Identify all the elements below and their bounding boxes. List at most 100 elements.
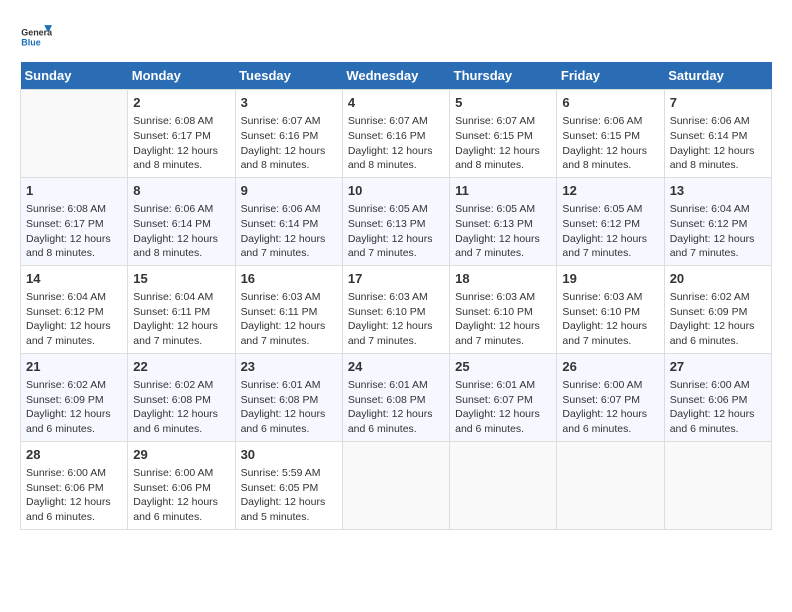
sunset-text: Sunset: 6:10 PM [455,306,533,318]
daylight-label: Daylight: 12 hours and 8 minutes. [455,145,540,172]
calendar-cell: 13 Sunrise: 6:04 AM Sunset: 6:12 PM Dayl… [664,177,771,265]
sunset-text: Sunset: 6:08 PM [133,394,211,406]
day-number: 24 [348,358,444,376]
day-number: 16 [241,270,337,288]
page-header: General Blue [20,20,772,52]
day-header-friday: Friday [557,62,664,90]
day-number: 12 [562,182,658,200]
sunset-text: Sunset: 6:17 PM [26,218,104,230]
day-header-monday: Monday [128,62,235,90]
calendar-cell [342,441,449,529]
day-header-wednesday: Wednesday [342,62,449,90]
calendar-cell: 21 Sunrise: 6:02 AM Sunset: 6:09 PM Dayl… [21,353,128,441]
sunset-text: Sunset: 6:14 PM [670,130,748,142]
daylight-label: Daylight: 12 hours and 6 minutes. [26,496,111,523]
calendar-cell: 26 Sunrise: 6:00 AM Sunset: 6:07 PM Dayl… [557,353,664,441]
calendar-cell: 4 Sunrise: 6:07 AM Sunset: 6:16 PM Dayli… [342,90,449,178]
day-number: 6 [562,94,658,112]
daylight-label: Daylight: 12 hours and 7 minutes. [348,233,433,260]
daylight-label: Daylight: 12 hours and 7 minutes. [26,320,111,347]
day-number: 20 [670,270,766,288]
sunset-text: Sunset: 6:11 PM [241,306,318,318]
daylight-label: Daylight: 12 hours and 8 minutes. [133,145,218,172]
calendar-cell: 10 Sunrise: 6:05 AM Sunset: 6:13 PM Dayl… [342,177,449,265]
sunrise-text: Sunrise: 6:01 AM [241,379,321,391]
daylight-label: Daylight: 12 hours and 6 minutes. [348,408,433,435]
day-number: 28 [26,446,122,464]
calendar-week-row: 2 Sunrise: 6:08 AM Sunset: 6:17 PM Dayli… [21,90,772,178]
day-number: 10 [348,182,444,200]
calendar-cell: 18 Sunrise: 6:03 AM Sunset: 6:10 PM Dayl… [450,265,557,353]
sunset-text: Sunset: 6:09 PM [670,306,748,318]
day-number: 27 [670,358,766,376]
sunrise-text: Sunrise: 6:08 AM [133,115,213,127]
sunrise-text: Sunrise: 6:03 AM [455,291,535,303]
sunrise-text: Sunrise: 6:03 AM [241,291,321,303]
day-number: 4 [348,94,444,112]
daylight-label: Daylight: 12 hours and 6 minutes. [670,320,755,347]
sunset-text: Sunset: 6:13 PM [455,218,533,230]
calendar-cell: 6 Sunrise: 6:06 AM Sunset: 6:15 PM Dayli… [557,90,664,178]
sunset-text: Sunset: 6:07 PM [562,394,640,406]
daylight-label: Daylight: 12 hours and 8 minutes. [26,233,111,260]
sunset-text: Sunset: 6:13 PM [348,218,426,230]
sunset-text: Sunset: 6:14 PM [241,218,319,230]
daylight-label: Daylight: 12 hours and 7 minutes. [562,233,647,260]
calendar-cell: 1 Sunrise: 6:08 AM Sunset: 6:17 PM Dayli… [21,177,128,265]
daylight-label: Daylight: 12 hours and 8 minutes. [133,233,218,260]
calendar-cell: 28 Sunrise: 6:00 AM Sunset: 6:06 PM Dayl… [21,441,128,529]
daylight-label: Daylight: 12 hours and 7 minutes. [562,320,647,347]
calendar-cell: 3 Sunrise: 6:07 AM Sunset: 6:16 PM Dayli… [235,90,342,178]
day-number: 3 [241,94,337,112]
calendar-cell: 30 Sunrise: 5:59 AM Sunset: 6:05 PM Dayl… [235,441,342,529]
calendar-week-row: 28 Sunrise: 6:00 AM Sunset: 6:06 PM Dayl… [21,441,772,529]
sunrise-text: Sunrise: 6:04 AM [670,203,750,215]
sunrise-text: Sunrise: 6:00 AM [26,467,106,479]
calendar-cell: 17 Sunrise: 6:03 AM Sunset: 6:10 PM Dayl… [342,265,449,353]
day-number: 29 [133,446,229,464]
calendar-cell: 29 Sunrise: 6:00 AM Sunset: 6:06 PM Dayl… [128,441,235,529]
sunset-text: Sunset: 6:06 PM [133,482,211,494]
logo-icon: General Blue [20,20,52,52]
sunset-text: Sunset: 6:05 PM [241,482,319,494]
daylight-label: Daylight: 12 hours and 7 minutes. [133,320,218,347]
day-number: 11 [455,182,551,200]
calendar-cell: 9 Sunrise: 6:06 AM Sunset: 6:14 PM Dayli… [235,177,342,265]
sunset-text: Sunset: 6:15 PM [562,130,640,142]
sunset-text: Sunset: 6:12 PM [26,306,104,318]
sunset-text: Sunset: 6:17 PM [133,130,211,142]
day-header-sunday: Sunday [21,62,128,90]
sunset-text: Sunset: 6:08 PM [348,394,426,406]
sunset-text: Sunset: 6:11 PM [133,306,210,318]
daylight-label: Daylight: 12 hours and 7 minutes. [455,320,540,347]
sunrise-text: Sunrise: 6:00 AM [670,379,750,391]
daylight-label: Daylight: 12 hours and 6 minutes. [26,408,111,435]
sunset-text: Sunset: 6:16 PM [241,130,319,142]
sunset-text: Sunset: 6:10 PM [562,306,640,318]
sunrise-text: Sunrise: 6:00 AM [562,379,642,391]
day-number: 30 [241,446,337,464]
daylight-label: Daylight: 12 hours and 7 minutes. [241,233,326,260]
daylight-label: Daylight: 12 hours and 8 minutes. [562,145,647,172]
sunset-text: Sunset: 6:15 PM [455,130,533,142]
calendar-cell: 12 Sunrise: 6:05 AM Sunset: 6:12 PM Dayl… [557,177,664,265]
sunrise-text: Sunrise: 6:01 AM [348,379,428,391]
sunset-text: Sunset: 6:08 PM [241,394,319,406]
daylight-label: Daylight: 12 hours and 7 minutes. [670,233,755,260]
sunrise-text: Sunrise: 6:04 AM [26,291,106,303]
sunrise-text: Sunrise: 6:07 AM [348,115,428,127]
day-number: 25 [455,358,551,376]
daylight-label: Daylight: 12 hours and 7 minutes. [241,320,326,347]
calendar-cell: 24 Sunrise: 6:01 AM Sunset: 6:08 PM Dayl… [342,353,449,441]
sunset-text: Sunset: 6:12 PM [562,218,640,230]
calendar-cell [21,90,128,178]
day-number: 15 [133,270,229,288]
sunrise-text: Sunrise: 5:59 AM [241,467,321,479]
calendar-cell: 14 Sunrise: 6:04 AM Sunset: 6:12 PM Dayl… [21,265,128,353]
sunrise-text: Sunrise: 6:08 AM [26,203,106,215]
calendar-cell: 11 Sunrise: 6:05 AM Sunset: 6:13 PM Dayl… [450,177,557,265]
sunset-text: Sunset: 6:07 PM [455,394,533,406]
calendar-cell: 20 Sunrise: 6:02 AM Sunset: 6:09 PM Dayl… [664,265,771,353]
sunrise-text: Sunrise: 6:02 AM [26,379,106,391]
calendar-cell: 2 Sunrise: 6:08 AM Sunset: 6:17 PM Dayli… [128,90,235,178]
